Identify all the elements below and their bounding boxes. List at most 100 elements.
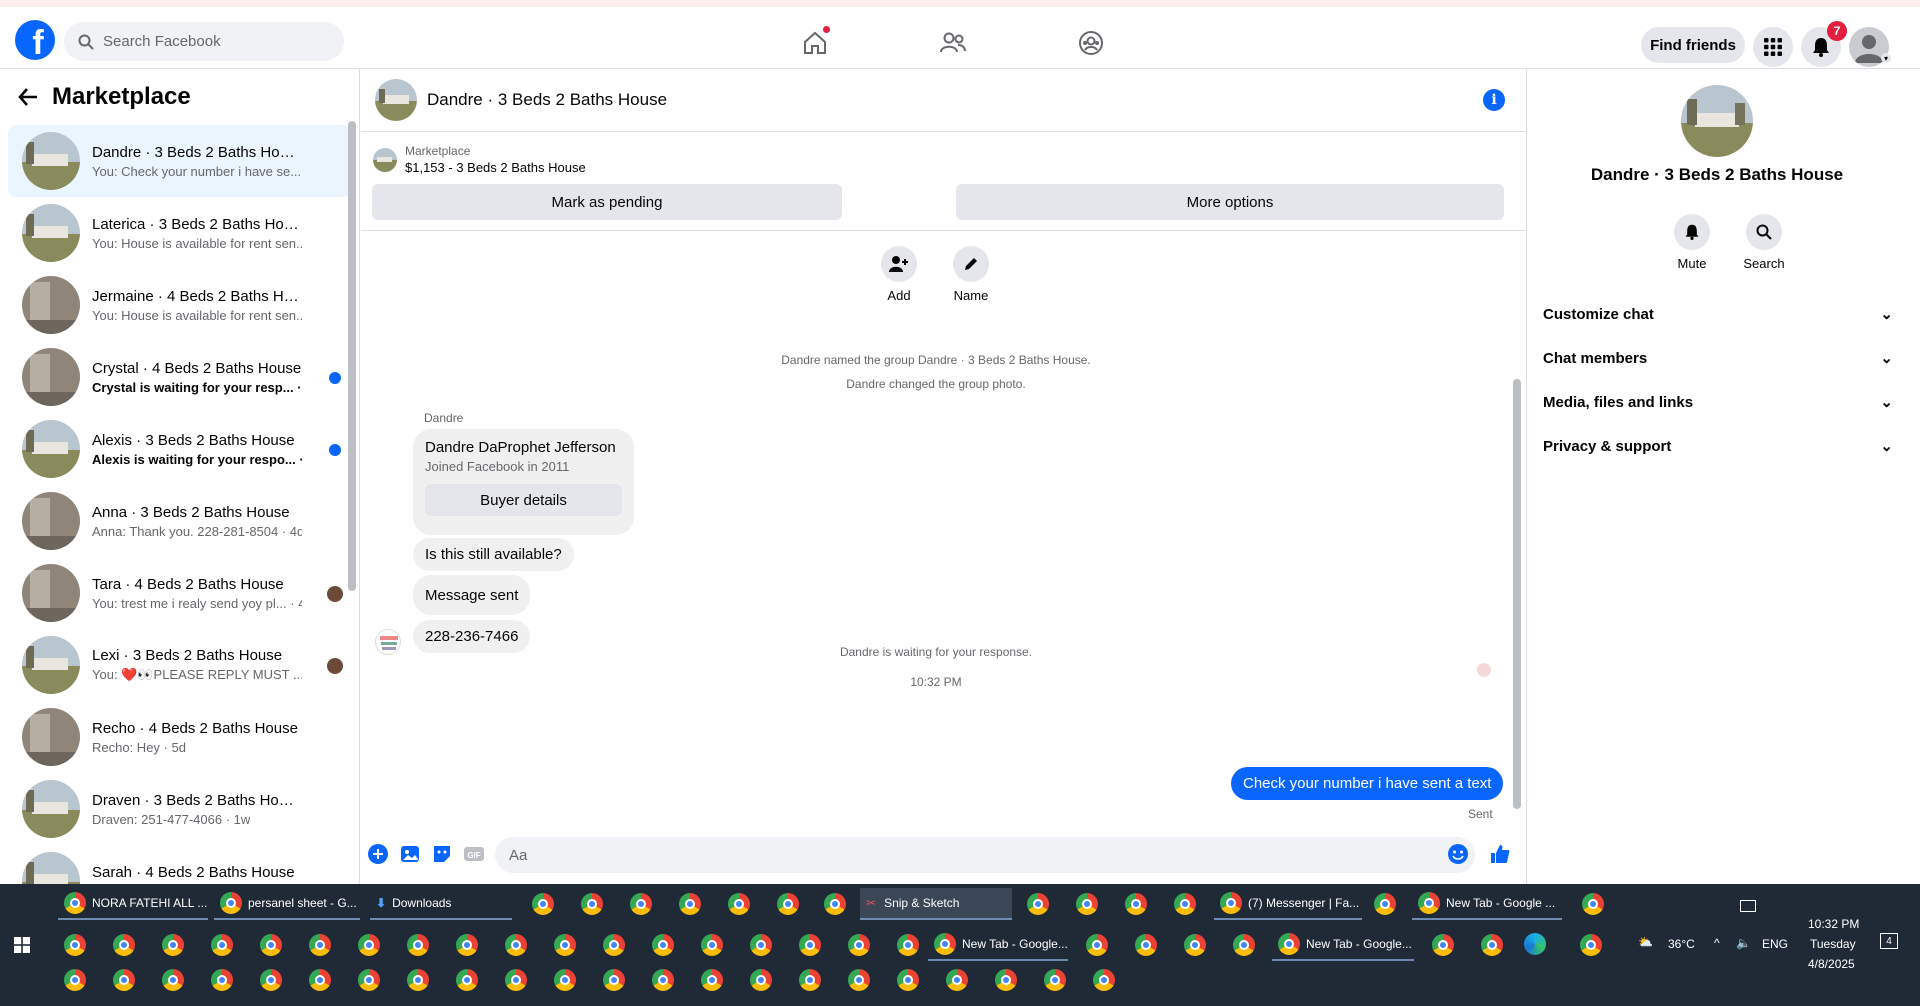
chrome-icon[interactable] xyxy=(505,934,527,956)
chrome-icon[interactable] xyxy=(1582,893,1604,915)
clock-time[interactable]: 10:32 PM xyxy=(1808,917,1859,931)
chrome-icon[interactable] xyxy=(897,934,919,956)
find-friends-button[interactable]: Find friends xyxy=(1641,27,1745,63)
photo-icon[interactable] xyxy=(399,843,421,865)
chrome-icon[interactable] xyxy=(750,969,772,991)
clock-day[interactable]: Tuesday xyxy=(1810,937,1856,951)
sticker-icon[interactable] xyxy=(431,843,453,865)
chrome-icon[interactable] xyxy=(652,969,674,991)
chrome-icon[interactable] xyxy=(995,969,1017,991)
windows-start-icon[interactable] xyxy=(14,937,30,953)
conversation-item[interactable]: Sarah · 4 Beds 2 Baths HouseSarah: 81654… xyxy=(8,845,351,884)
taskbar-task[interactable]: persanel sheet - G... xyxy=(214,888,360,920)
chrome-icon[interactable] xyxy=(113,969,135,991)
taskbar-task[interactable]: NORA FATEHI ALL ... xyxy=(58,888,208,920)
privacy-support-item[interactable]: Privacy & support ⌄ xyxy=(1543,424,1893,468)
chrome-icon[interactable] xyxy=(848,934,870,956)
chrome-icon[interactable] xyxy=(799,969,821,991)
conversation-item[interactable]: Alexis · 3 Beds 2 Baths House Alexis is w… xyxy=(8,413,351,485)
chat-scrollbar[interactable] xyxy=(1513,239,1521,819)
chrome-icon[interactable] xyxy=(162,934,184,956)
chrome-icon[interactable] xyxy=(162,969,184,991)
conversation-item[interactable]: Crystal · 4 Beds 2 Baths House Crystal is… xyxy=(8,341,351,413)
chrome-icon[interactable] xyxy=(603,934,625,956)
chrome-icon[interactable] xyxy=(946,969,968,991)
conversation-item[interactable]: Recho · 4 Beds 2 Baths House Recho: Hey ·… xyxy=(8,701,351,773)
chrome-icon[interactable] xyxy=(554,969,576,991)
search-input[interactable]: Search Facebook xyxy=(64,22,344,61)
chrome-icon[interactable] xyxy=(64,969,86,991)
chrome-icon[interactable] xyxy=(652,934,674,956)
chrome-icon[interactable] xyxy=(581,893,603,915)
chrome-icon[interactable] xyxy=(309,934,331,956)
chrome-icon[interactable] xyxy=(1174,893,1196,915)
chrome-icon[interactable] xyxy=(64,934,86,956)
chrome-icon[interactable] xyxy=(897,969,919,991)
mark-as-pending-button[interactable]: Mark as pending xyxy=(372,184,842,220)
chrome-icon[interactable] xyxy=(848,969,870,991)
display-icon[interactable] xyxy=(1740,900,1756,912)
conversation-item[interactable]: Tara · 4 Beds 2 Baths House You: trest me… xyxy=(8,557,351,629)
add-people-button[interactable]: Add xyxy=(869,246,929,303)
taskbar-task[interactable]: New Tab - Google... xyxy=(928,929,1068,961)
chrome-icon[interactable] xyxy=(456,969,478,991)
chat-members-item[interactable]: Chat members ⌄ xyxy=(1543,336,1893,380)
chrome-icon[interactable] xyxy=(1125,893,1147,915)
taskbar-task[interactable]: New Tab - Google ... xyxy=(1412,888,1562,920)
conversation-scrollbar[interactable] xyxy=(348,121,356,871)
chrome-icon[interactable] xyxy=(777,893,799,915)
speaker-icon[interactable]: 🔈 xyxy=(1736,936,1751,950)
friends-icon[interactable] xyxy=(938,28,968,58)
chrome-icon[interactable] xyxy=(211,934,233,956)
chat-title[interactable]: Dandre · 3 Beds 2 Baths House xyxy=(427,90,667,110)
chrome-icon[interactable] xyxy=(728,893,750,915)
chrome-icon[interactable] xyxy=(113,934,135,956)
chevron-down-icon[interactable]: ▾ xyxy=(1881,53,1891,63)
message-bubble[interactable]: Message sent xyxy=(413,575,531,615)
chrome-icon[interactable] xyxy=(1093,969,1115,991)
chrome-icon[interactable] xyxy=(1184,934,1206,956)
emoji-icon[interactable] xyxy=(1447,843,1469,865)
chat-avatar[interactable] xyxy=(375,79,417,121)
more-options-button[interactable]: More options xyxy=(956,184,1504,220)
chrome-icon[interactable] xyxy=(1086,934,1108,956)
plus-circle-icon[interactable] xyxy=(367,843,389,865)
message-bubble[interactable]: Is this still available? xyxy=(413,538,574,571)
chrome-icon[interactable] xyxy=(211,969,233,991)
chrome-icon[interactable] xyxy=(1481,934,1503,956)
back-arrow-icon[interactable] xyxy=(18,88,38,106)
notification-center-icon[interactable]: 4 xyxy=(1880,933,1898,949)
taskbar-task[interactable]: ✂ Snip & Sketch xyxy=(860,888,1012,920)
chrome-icon[interactable] xyxy=(407,969,429,991)
menu-grid-button[interactable] xyxy=(1753,27,1793,67)
chrome-icon[interactable] xyxy=(1233,934,1255,956)
taskbar-task[interactable]: ⬇ Downloads xyxy=(370,888,512,920)
chrome-icon[interactable] xyxy=(532,893,554,915)
outgoing-message-bubble[interactable]: Check your number i have sent a text xyxy=(1231,767,1504,800)
conversation-item[interactable]: Anna · 3 Beds 2 Baths House Anna: Thank y… xyxy=(8,485,351,557)
chevron-up-icon[interactable]: ^ xyxy=(1714,936,1720,950)
conversation-item[interactable]: Draven · 3 Beds 2 Baths House Draven: 251… xyxy=(8,773,351,845)
chrome-icon[interactable] xyxy=(1432,934,1454,956)
chrome-icon[interactable] xyxy=(701,969,723,991)
chrome-icon[interactable] xyxy=(456,934,478,956)
like-icon[interactable] xyxy=(1489,843,1511,865)
notifications-button[interactable]: 7 xyxy=(1801,21,1847,67)
chrome-icon[interactable] xyxy=(1044,969,1066,991)
chrome-icon[interactable] xyxy=(554,934,576,956)
marketplace-listing[interactable]: Marketplace $1,153 - 3 Beds 2 Baths Hous… xyxy=(373,144,586,175)
group-avatar[interactable] xyxy=(1681,85,1753,157)
conversation-item[interactable]: Lexi · 3 Beds 2 Baths House You: ❤️👀PLEAS… xyxy=(8,629,351,701)
chrome-icon[interactable] xyxy=(630,893,652,915)
gif-icon[interactable]: GIF xyxy=(463,843,485,865)
chrome-icon[interactable] xyxy=(679,893,701,915)
chrome-icon[interactable] xyxy=(358,969,380,991)
chrome-icon[interactable] xyxy=(358,934,380,956)
mute-button[interactable]: Mute xyxy=(1662,214,1722,271)
chrome-icon[interactable] xyxy=(1027,893,1049,915)
language-indicator[interactable]: ENG xyxy=(1762,937,1788,951)
taskbar-task[interactable]: New Tab - Google... xyxy=(1272,929,1414,961)
chrome-icon[interactable] xyxy=(603,969,625,991)
conversation-item[interactable]: Dandre · 3 Beds 2 Baths House You: Check … xyxy=(8,125,351,197)
chrome-icon[interactable] xyxy=(1374,893,1396,915)
